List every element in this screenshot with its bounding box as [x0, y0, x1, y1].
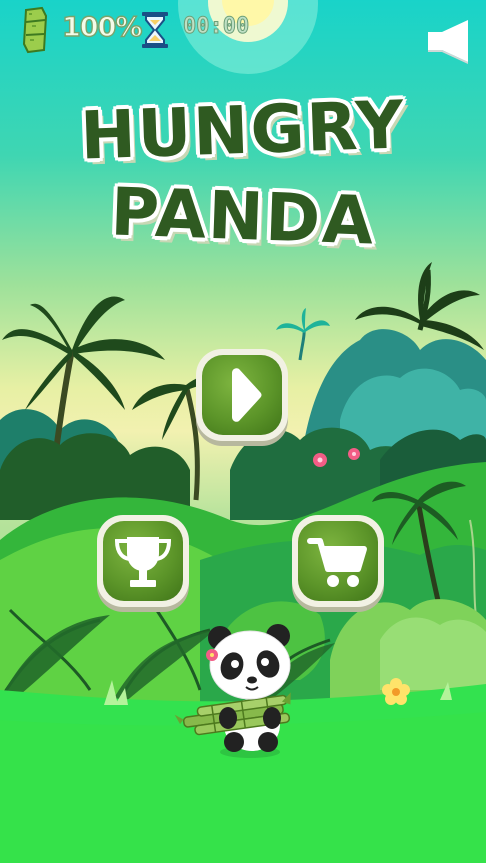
trophy-icon — [114, 537, 172, 587]
bamboo-icon — [22, 6, 48, 54]
play-button[interactable] — [196, 349, 288, 441]
game-screen: 100% 00:00 HUNGRY PANDA — [0, 0, 486, 863]
leaderboard-button[interactable] — [97, 515, 189, 607]
speaker-icon[interactable] — [426, 18, 470, 64]
shop-button[interactable] — [292, 515, 384, 607]
hourglass-icon — [142, 12, 168, 48]
timer-display: 00:00 — [182, 14, 250, 40]
cart-icon — [307, 538, 367, 587]
completion-percent: 100% — [61, 11, 143, 43]
play-icon — [232, 368, 262, 422]
